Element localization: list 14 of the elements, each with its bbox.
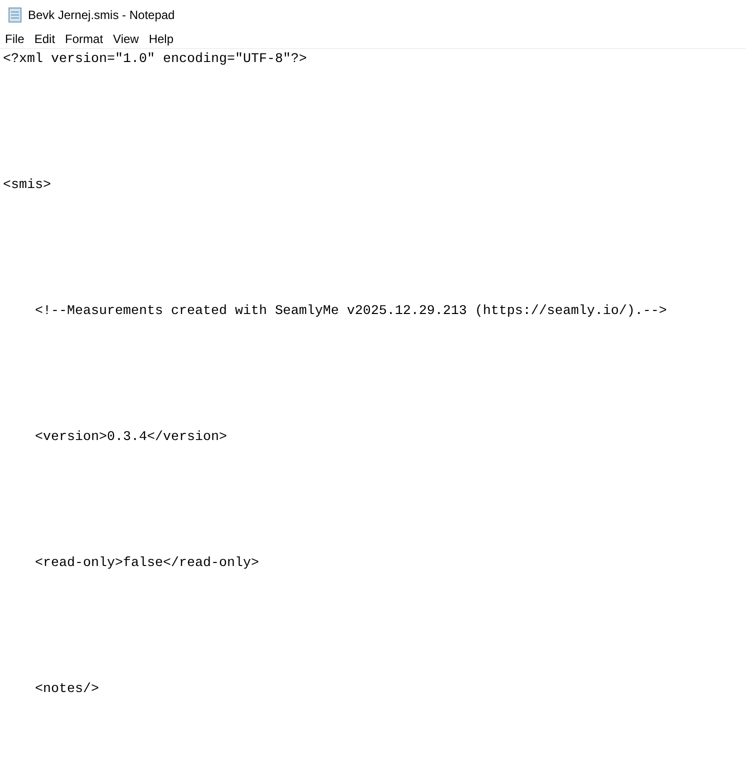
menu-item[interactable]: Help (144, 33, 179, 45)
code-line: <notes/> (34, 682, 99, 697)
menu-item[interactable]: View (108, 33, 144, 45)
code-line: <read-only>false</read-only> (34, 556, 259, 571)
menu-item[interactable]: Format (60, 33, 108, 45)
menu-item[interactable]: File (0, 33, 30, 45)
code-line: <smis> (3, 178, 51, 193)
text-editor[interactable]: <?xml version="1.0" encoding="UTF-8"?> <smis> <!--Measurements created with SeamlyMe v2025.12.29.213 (https://seamly.io/).--> <version>0.3.4</version> <read-only>false</read-only> <notes/> (0, 49, 746, 783)
code-line: <!--Measurements created with SeamlyMe v2025.12.29.213 (https://seamly.io/).--> (34, 304, 667, 319)
notepad-icon (7, 7, 23, 23)
window-title: Bevk Jernej.smis - Notepad (28, 7, 175, 24)
code-line: <version>0.3.4</version> (34, 430, 227, 445)
code-line: <?xml version="1.0" encoding="UTF-8"?> (3, 52, 307, 67)
menu-item[interactable]: Edit (29, 33, 60, 45)
